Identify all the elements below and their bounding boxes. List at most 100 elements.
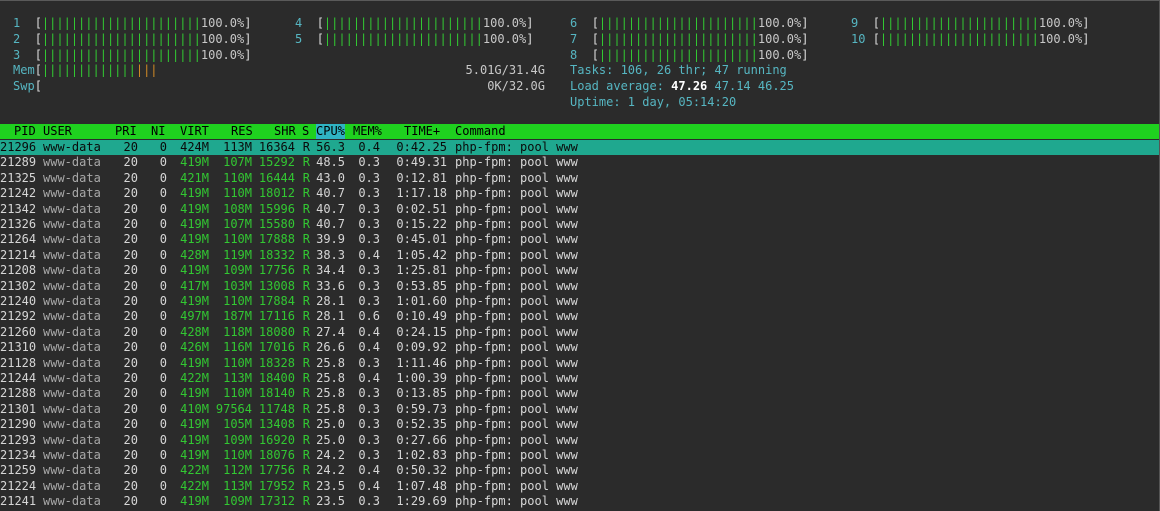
process-row[interactable]: 21241 www-data 20 0 419M 109M 17312 R 23.5 0.3 1:2… [0,494,1159,509]
process-cpu: 40.7 [316,186,345,201]
process-res: 110M [223,386,252,401]
process-row[interactable]: 21288 www-data 20 0 419M 110M 18140 R 25.8 0.3 0:1… [0,386,1159,401]
process-shr: 17884 [258,294,295,308]
process-pri: 20 [123,432,138,447]
swap-meter: Swp[ [13,79,42,93]
column-header-shr[interactable]: SHR [274,124,296,139]
process-user: www-data [43,432,101,447]
process-row[interactable]: 21289 www-data 20 0 419M 107M 15292 R 48.5 0.3 0:4… [0,155,1159,170]
process-virt: 497M [180,309,209,324]
process-virt: 426M [180,340,209,355]
process-res: 107M [223,217,252,231]
process-cmd: php-fpm: pool www [455,340,578,355]
process-pri: 20 [123,247,138,262]
process-s: R [302,371,310,385]
process-pid: 21214 [0,247,37,262]
process-row[interactable]: 21260 www-data 20 0 428M 118M 18080 R 27.4 0.4 0:2… [0,325,1159,340]
column-header-cpu[interactable]: CPU% [316,124,345,140]
process-row[interactable]: 21301 www-data 20 0 410M 97564 11748 R 25.8 0.3 0:… [0,402,1159,417]
process-row[interactable]: 21234 www-data 20 0 419M 110M 18076 R 24.2 0.3 1:0… [0,448,1159,463]
process-cmd: php-fpm: pool www [455,417,578,432]
process-ni: 0 [159,463,167,478]
process-row[interactable]: 21128 www-data 20 0 419M 110M 18328 R 25.8 0.3 1:1… [0,356,1159,371]
column-header-mem[interactable]: MEM% [353,124,382,139]
process-res: 110M [223,355,252,370]
process-row[interactable]: 21264 www-data 20 0 419M 110M 17888 R 39.9 0.3 0:4… [0,232,1159,247]
cpu-bar: |||||||||||||||||||||| [879,32,1039,46]
cpu-bar: |||||||||||||||||||||| [879,16,1039,30]
process-row[interactable]: 21208 www-data 20 0 419M 109M 17756 R 34.4 0.3 1:2… [0,263,1159,278]
process-row[interactable]: 21290 www-data 20 0 419M 105M 13408 R 25.0 0.3 0:5… [0,417,1159,432]
mem-value: 5.01G/31.4G [465,63,545,77]
process-virt: 422M [180,478,209,493]
column-header-ni[interactable]: NI [151,124,165,139]
column-header-user[interactable]: USER [43,124,72,139]
process-s: R [302,324,310,339]
process-row[interactable]: 21325 www-data 20 0 421M 110M 16444 R 43.0 0.3 0:1… [0,171,1159,186]
process-row[interactable]: 21244 www-data 20 0 422M 113M 18400 R 25.8 0.4 1:0… [0,371,1159,386]
process-row[interactable]: 21302 www-data 20 0 417M 103M 13008 R 33.6 0.3 0:5… [0,279,1159,294]
process-row[interactable]: 21296 www-data 20 0 424M 113M 16364 R 56.3 0.4 0:4… [0,140,1159,156]
column-header-virt[interactable]: VIRT [180,124,209,139]
process-row[interactable]: 21292 www-data 20 0 497M 187M 17116 R 28.1 0.6 0:1… [0,309,1159,324]
process-s: R [302,217,310,231]
process-virt: 424M [180,140,209,154]
process-s: R [302,417,310,432]
process-cmd: php-fpm: pool www [455,263,578,278]
process-cpu: 23.5 [316,494,345,509]
process-user: www-data [43,417,101,432]
process-row[interactable]: 21242 www-data 20 0 419M 110M 18012 R 40.7 0.3 1:1… [0,186,1159,201]
process-s: R [302,401,310,416]
process-ni: 0 [159,417,167,432]
process-pid: 21325 [0,170,37,185]
cpu-bar: |||||||||||||||||||||| [41,48,201,62]
process-pid: 21260 [0,324,37,339]
process-cmd: php-fpm: pool www [455,170,578,185]
process-pri: 20 [123,417,138,432]
process-row[interactable]: 21259 www-data 20 0 422M 112M 17756 R 24.2 0.4 0:5… [0,463,1159,478]
column-header-time[interactable]: TIME+ [404,124,440,139]
process-row[interactable]: 21293 www-data 20 0 419M 109M 16920 R 25.0 0.3 0:2… [0,433,1159,448]
column-header-state[interactable]: S [302,124,309,139]
process-virt: 417M [180,278,209,293]
process-row[interactable]: 21326 www-data 20 0 419M 107M 15580 R 40.7 0.3 0:1… [0,217,1159,232]
process-time: 0:49.31 [396,155,447,170]
process-mem: 0.3 [358,155,380,170]
process-s: R [302,494,310,509]
process-ni: 0 [159,294,167,308]
process-shr: 16920 [258,432,295,447]
cpu-bar: |||||||||||||||||||||| [41,16,201,30]
process-pri: 20 [123,309,138,324]
tasks-sep: , [642,63,657,77]
process-pid: 21301 [0,401,37,416]
process-cpu: 48.5 [316,155,345,170]
process-pri: 20 [123,448,138,462]
column-header-pid[interactable]: PID [14,124,36,139]
process-pri: 20 [123,463,138,478]
process-row[interactable]: 21342 www-data 20 0 419M 108M 15996 R 40.7 0.3 0:0… [0,202,1159,217]
process-row[interactable]: 21214 www-data 20 0 428M 119M 18332 R 38.3 0.4 1:0… [0,248,1159,263]
process-row[interactable]: 21224 www-data 20 0 422M 113M 17952 R 23.5 0.4 1:0… [0,479,1159,494]
process-time: 0:59.73 [396,401,447,416]
process-virt: 419M [180,263,209,278]
column-header-command[interactable]: Command [455,124,506,139]
process-shr: 15996 [258,201,295,216]
tasks-running: 47 [714,63,729,77]
cpu-id: 8 [570,48,578,62]
process-row[interactable]: 21240 www-data 20 0 419M 110M 17884 R 28.1 0.3 1:0… [0,294,1159,309]
process-pid: 21288 [0,386,37,401]
cpu-meter-1: 1 [||||||||||||||||||||||100.0%] [13,16,252,30]
process-cpu: 25.0 [316,417,345,432]
process-res: 110M [223,170,252,185]
process-time: 0:02.51 [396,201,447,216]
column-header-res[interactable]: RES [231,124,253,139]
load-5min: 47.14 [714,79,751,93]
cpu-pct: 100.0% [757,16,802,30]
process-res: 97564 [215,401,252,416]
column-header-pri[interactable]: PRI [115,124,137,139]
process-pid: 21244 [0,371,37,385]
process-row[interactable]: 21310 www-data 20 0 426M 116M 17016 R 26.6 0.4 0:0… [0,340,1159,355]
process-cpu: 28.1 [316,309,345,324]
process-ni: 0 [159,263,167,278]
process-ni: 0 [159,170,167,185]
